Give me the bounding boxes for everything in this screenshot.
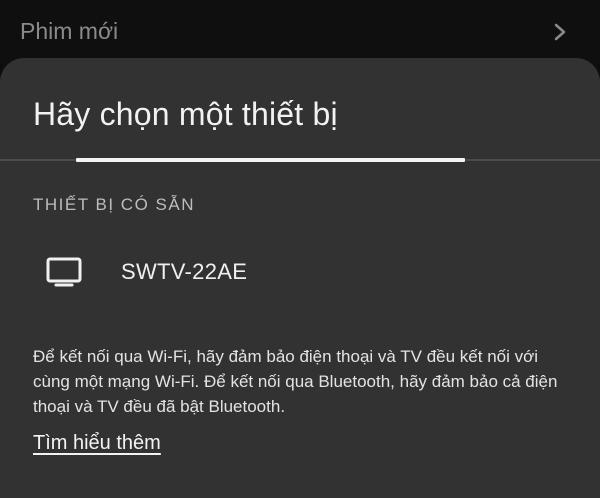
background-row[interactable]: Phim mới [0, 0, 600, 64]
progress-bar [76, 158, 465, 162]
section-header-available-devices: THIẾT BỊ CÓ SẴN [33, 195, 195, 214]
dialog-title: Hãy chọn một thiết bị [33, 96, 338, 132]
background-title: Phim mới [20, 18, 119, 44]
tv-icon [46, 257, 82, 287]
help-text: Để kết nối qua Wi-Fi, hãy đảm bảo điện t… [33, 347, 558, 416]
device-picker-sheet: Hãy chọn một thiết bị THIẾT BỊ CÓ SẴN SW… [0, 58, 600, 498]
device-name: SWTV-22AE [121, 259, 248, 284]
device-item[interactable]: SWTV-22AE [0, 246, 600, 298]
learn-more-link[interactable]: Tìm hiểu thêm [33, 432, 161, 455]
chevron-right-icon [554, 23, 566, 41]
